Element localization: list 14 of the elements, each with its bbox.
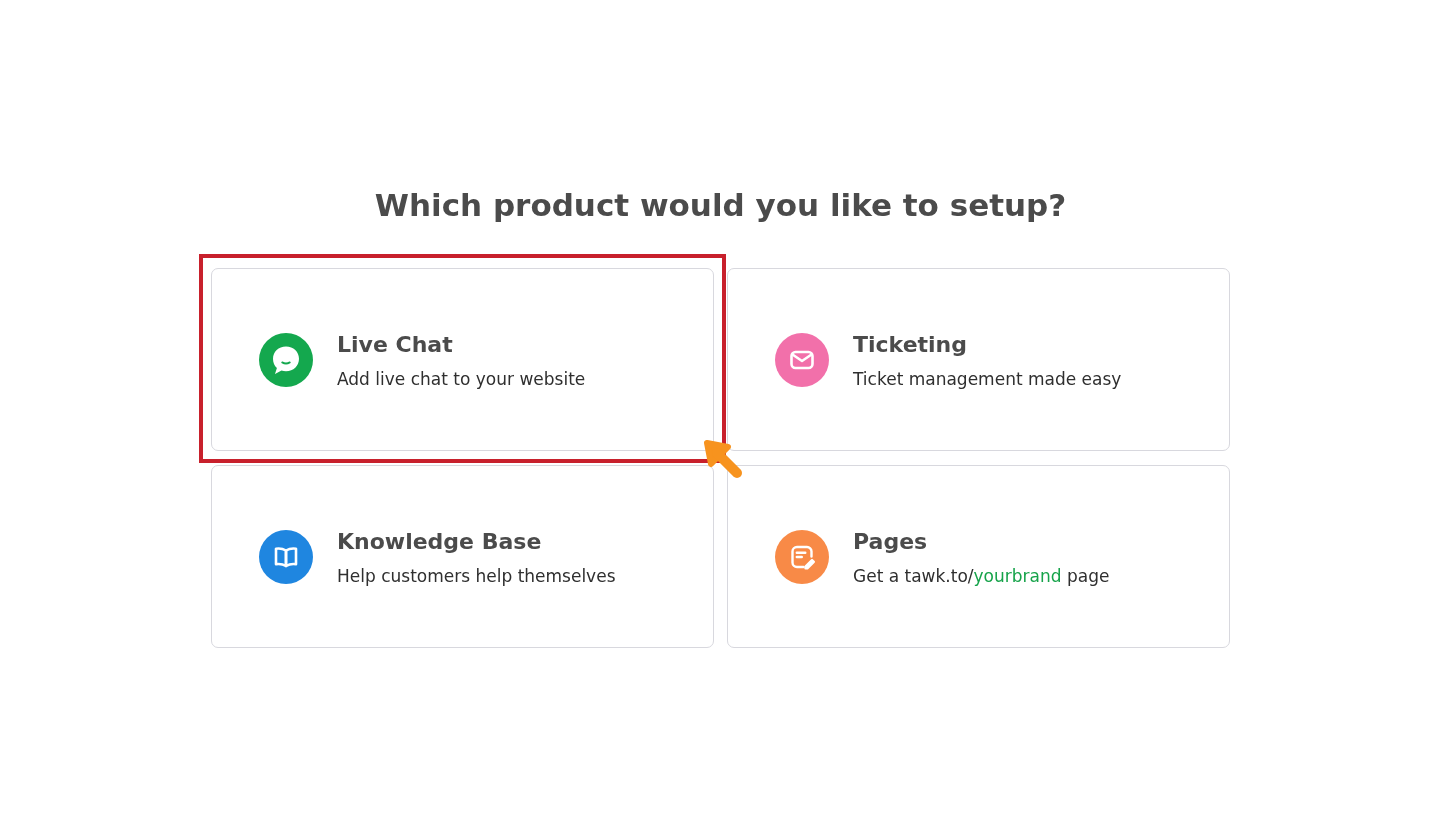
arrow-icon	[703, 439, 743, 479]
product-description: Ticket management made easy	[853, 368, 1122, 390]
product-title: Live Chat	[337, 331, 454, 359]
product-title: Knowledge Base	[337, 528, 543, 556]
product-card[interactable]: Ticketing Ticket management made easy	[727, 268, 1230, 451]
product-description: Add live chat to your website	[337, 368, 586, 390]
product-description: Help customers help themselves	[337, 565, 616, 587]
product-title: Ticketing	[853, 331, 969, 359]
page-heading: Which product would you like to setup?	[374, 186, 1067, 225]
product-card[interactable]: Pages Get a tawk.to/yourbrand page	[727, 465, 1230, 648]
product-title: Pages	[853, 528, 929, 556]
product-card[interactable]: Live Chat Add live chat to your website	[211, 268, 714, 451]
product-card[interactable]: Knowledge Base Help customers help themselves	[211, 465, 714, 648]
product-description: Get a tawk.to/yourbrand page	[853, 565, 1110, 587]
